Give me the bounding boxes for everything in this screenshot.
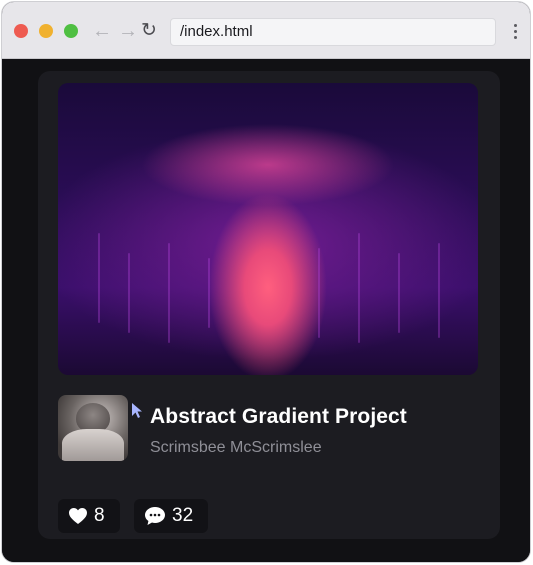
maximize-window-button[interactable]: [64, 24, 78, 38]
kebab-menu-icon[interactable]: [514, 24, 518, 40]
project-title[interactable]: Abstract Gradient Project: [150, 405, 407, 429]
minimize-window-button[interactable]: [39, 24, 53, 38]
heart-icon: [68, 507, 88, 525]
browser-window: ← → ↻ /index.html Abstract Gradient Proj…: [2, 2, 530, 562]
reload-button[interactable]: ↻: [141, 19, 157, 43]
chat-bubble-icon: [144, 506, 166, 526]
page-viewport: Abstract Gradient Project Scrimsbee McSc…: [2, 59, 530, 562]
browser-titlebar: ← → ↻ /index.html: [2, 2, 530, 59]
like-count: 8: [94, 505, 105, 526]
project-card[interactable]: Abstract Gradient Project Scrimsbee McSc…: [38, 71, 500, 539]
forward-button[interactable]: →: [118, 19, 138, 43]
close-window-button[interactable]: [14, 24, 28, 38]
url-text: /index.html: [180, 23, 253, 40]
arrow-right-icon: →: [118, 20, 138, 42]
author-avatar[interactable]: [58, 395, 128, 461]
reload-icon: ↻: [141, 20, 157, 41]
arrow-left-icon: ←: [92, 20, 112, 42]
comment-count: 32: [172, 505, 194, 526]
like-button[interactable]: 8: [58, 499, 120, 533]
address-bar[interactable]: /index.html: [170, 18, 496, 46]
author-name[interactable]: Scrimsbee McScrimslee: [150, 439, 322, 457]
project-artwork[interactable]: [58, 83, 478, 375]
back-button[interactable]: ←: [92, 19, 112, 43]
comment-button[interactable]: 32: [134, 499, 208, 533]
